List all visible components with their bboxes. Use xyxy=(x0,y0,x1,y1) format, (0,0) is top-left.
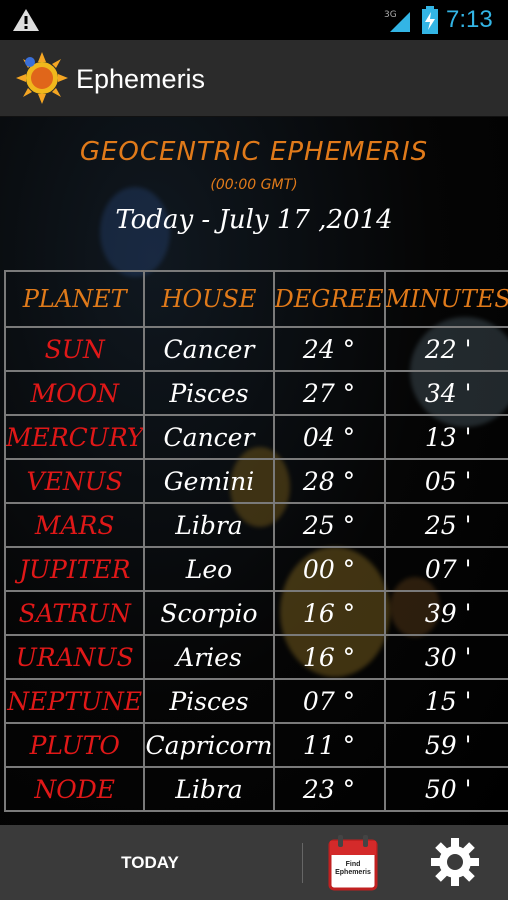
minutes-cell: 25 ' xyxy=(383,502,508,548)
degree-cell: 23 ° xyxy=(272,766,386,812)
column-header: DEGREE xyxy=(272,270,386,328)
minutes-cell: 34 ' xyxy=(383,370,508,416)
table-row: SATRUN Scorpio 16 ° 39 ' xyxy=(3,590,508,636)
degree-cell: 00 ° xyxy=(272,546,386,592)
action-bar: Ephemeris xyxy=(0,40,508,117)
house-cell: Pisces xyxy=(143,678,275,724)
battery-icon xyxy=(422,6,438,34)
house-cell: Cancer xyxy=(143,414,275,460)
degree-cell: 27 ° xyxy=(272,370,386,416)
table-row: MARS Libra 25 ° 25 ' xyxy=(3,502,508,548)
planet-name: NODE xyxy=(3,766,146,812)
minutes-cell: 05 ' xyxy=(383,458,508,504)
house-cell: Leo xyxy=(143,546,275,592)
table-row: VENUS Gemini 28 ° 05 ' xyxy=(3,458,508,504)
app-title: Ephemeris xyxy=(76,64,206,94)
degree-cell: 11 ° xyxy=(272,722,386,768)
minutes-cell: 13 ' xyxy=(383,414,508,460)
degree-cell: 25 ° xyxy=(272,502,386,548)
ephemeris-table: PLANET HOUSE DEGREE MINUTES SUN Cancer 24 … xyxy=(3,270,508,812)
degree-cell: 28 ° xyxy=(272,458,386,504)
planet-name: MARS xyxy=(3,502,146,548)
planet-name: NEPTUNE xyxy=(3,678,146,724)
current-date: Today - July 17 ,2014 xyxy=(115,205,393,235)
degree-cell: 24 ° xyxy=(272,326,386,372)
planet-name: MERCURY xyxy=(3,414,146,460)
table-row: NODE Libra 23 ° 50 ' xyxy=(3,766,508,812)
planet-name: PLUTO xyxy=(3,722,146,768)
table-row: PLUTO Capricorn 11 ° 59 ' xyxy=(3,722,508,768)
column-header: MINUTES xyxy=(383,270,508,328)
find-ephemeris-button[interactable]: Find Ephemeris xyxy=(328,835,378,891)
table-header-row: PLANET HOUSE DEGREE MINUTES xyxy=(3,270,508,328)
house-cell: Capricorn xyxy=(143,722,275,768)
table-row: JUPITER Leo 00 ° 07 ' xyxy=(3,546,508,592)
table-row: MERCURY Cancer 04 ° 13 ' xyxy=(3,414,508,460)
today-button[interactable]: TODAY xyxy=(0,825,300,900)
column-header: HOUSE xyxy=(143,270,275,328)
signal-icon: 3G xyxy=(384,10,410,32)
bottom-bar: TODAY Find Ephemeris xyxy=(0,825,508,900)
column-header: PLANET xyxy=(3,270,146,328)
degree-cell: 04 ° xyxy=(272,414,386,460)
time-reference: (00:00 GMT) xyxy=(210,177,298,193)
house-cell: Scorpio xyxy=(143,590,275,636)
warning-icon xyxy=(13,9,39,31)
house-cell: Libra xyxy=(143,502,275,548)
minutes-cell: 07 ' xyxy=(383,546,508,592)
network-type: 3G xyxy=(384,10,397,20)
find-ephemeris-label: Find Ephemeris xyxy=(335,861,371,876)
clock: 7:13 xyxy=(446,6,493,33)
minutes-cell: 50 ' xyxy=(383,766,508,812)
planet-name: MOON xyxy=(3,370,146,416)
ephemeris-title: GEOCENTRIC EPHEMERIS xyxy=(79,137,429,167)
minutes-cell: 30 ' xyxy=(383,634,508,680)
app-sun-icon[interactable] xyxy=(16,52,68,104)
planet-name: JUPITER xyxy=(3,546,146,592)
minutes-cell: 15 ' xyxy=(383,678,508,724)
planet-name: URANUS xyxy=(3,634,146,680)
table-row: NEPTUNE Pisces 07 ° 15 ' xyxy=(3,678,508,724)
planet-name: SATRUN xyxy=(3,590,146,636)
planet-name: VENUS xyxy=(3,458,146,504)
gear-icon[interactable] xyxy=(430,837,480,887)
degree-cell: 16 ° xyxy=(272,590,386,636)
house-cell: Cancer xyxy=(143,326,275,372)
ephemeris-content: GEOCENTRIC EPHEMERIS (00:00 GMT) Today -… xyxy=(0,117,508,825)
table-row: MOON Pisces 27 ° 34 ' xyxy=(3,370,508,416)
table-row: SUN Cancer 24 ° 22 ' xyxy=(3,326,508,372)
house-cell: Pisces xyxy=(143,370,275,416)
minutes-cell: 39 ' xyxy=(383,590,508,636)
status-bar: 3G 7:13 xyxy=(0,0,508,40)
house-cell: Aries xyxy=(143,634,275,680)
house-cell: Libra xyxy=(143,766,275,812)
divider xyxy=(302,843,303,883)
table-row: URANUS Aries 16 ° 30 ' xyxy=(3,634,508,680)
house-cell: Gemini xyxy=(143,458,275,504)
minutes-cell: 22 ' xyxy=(383,326,508,372)
planet-name: SUN xyxy=(3,326,146,372)
degree-cell: 16 ° xyxy=(272,634,386,680)
degree-cell: 07 ° xyxy=(272,678,386,724)
minutes-cell: 59 ' xyxy=(383,722,508,768)
